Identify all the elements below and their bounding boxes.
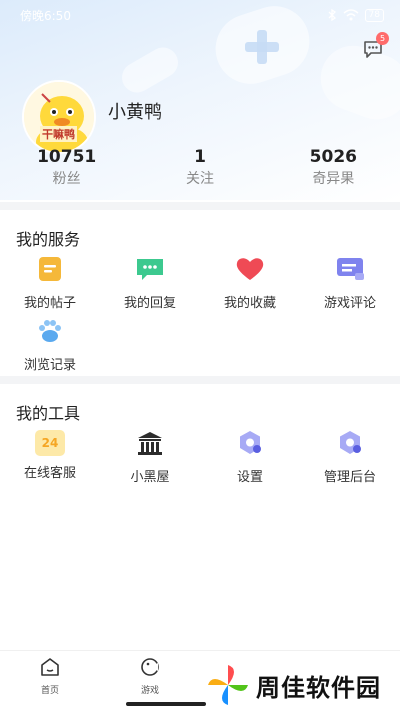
stat-label: 关注 (185, 171, 214, 187)
game-icon (141, 658, 159, 676)
grid-label: 我的收藏 (223, 296, 276, 311)
home-icon (41, 658, 59, 676)
watermark: 周佳软件园 (206, 662, 396, 708)
tools-title: 我的工具 (16, 404, 81, 423)
game-reviews-button[interactable]: 游戏评论 (300, 256, 400, 311)
my-favorites-button[interactable]: 我的收藏 (200, 256, 300, 311)
pinwheel-logo-icon (208, 665, 248, 705)
home-indicator (126, 702, 206, 706)
grid-label: 浏览记录 (23, 358, 76, 373)
reply-icon (137, 259, 163, 280)
services-title: 我的服务 (16, 230, 81, 249)
stat-value: 5026 (309, 147, 357, 167)
heart-icon (236, 258, 264, 280)
duck-avatar-icon (24, 82, 94, 152)
status-icons: 78 (327, 8, 384, 22)
stat-value: 1 (194, 147, 206, 167)
section-divider (0, 202, 400, 210)
decor-dpad-icon (245, 30, 279, 64)
messages-button[interactable]: 5 (362, 32, 389, 60)
avatar[interactable]: 干嘛鸭 (22, 80, 96, 154)
admin-console-button[interactable]: 管理后台 (300, 430, 400, 485)
tab-label: 首页 (40, 686, 59, 696)
avatar-caption: 干嘛鸭 (40, 126, 77, 142)
stat-label: 奇异果 (312, 171, 355, 187)
grid-label: 在线客服 (23, 466, 76, 481)
grid-label: 小黑屋 (130, 470, 170, 485)
paw-icon (39, 320, 61, 342)
stat-value: 10751 (37, 147, 97, 167)
grid-label: 设置 (236, 470, 263, 485)
service-24-icon: 24 (35, 430, 65, 456)
decor-shape (116, 42, 184, 98)
grid-label: 我的回复 (123, 296, 176, 311)
my-posts-button[interactable]: 我的帖子 (0, 256, 100, 311)
section-divider (0, 376, 400, 384)
grid-label: 管理后台 (323, 470, 376, 485)
jail-icon (138, 432, 162, 455)
status-bar: 傍晚6:50 78 (0, 0, 400, 30)
tab-games[interactable]: 游戏 (120, 657, 180, 696)
service-24-label: 24 (41, 436, 59, 450)
admin-icon (340, 431, 361, 454)
stat-label: 粉丝 (52, 171, 81, 187)
tab-home[interactable]: 首页 (20, 657, 80, 696)
profile-header: 傍晚6:50 78 5 干嘛鸭 小黄鸭 10751 粉丝 1 关注 5026 奇… (0, 0, 400, 200)
decor-gamepad-shape (311, 36, 400, 129)
post-icon (39, 257, 61, 281)
username[interactable]: 小黄鸭 (108, 98, 162, 124)
battery-indicator: 78 (364, 8, 384, 22)
grid-label: 我的帖子 (23, 296, 76, 311)
tab-label: 游戏 (140, 686, 159, 696)
comment-icon (337, 258, 364, 280)
browse-history-button[interactable]: 浏览记录 (0, 318, 100, 373)
online-service-button[interactable]: 24 在线客服 (0, 430, 100, 481)
wifi-icon (343, 9, 359, 21)
stat-kiwi-points[interactable]: 5026 奇异果 (267, 146, 400, 190)
settings-button[interactable]: 设置 (200, 430, 300, 485)
bluetooth-icon (328, 9, 336, 21)
profile-stats: 10751 粉丝 1 关注 5026 奇异果 (0, 146, 400, 190)
message-count-badge: 5 (376, 32, 389, 45)
stat-following[interactable]: 1 关注 (133, 146, 266, 190)
settings-icon (240, 431, 261, 454)
watermark-text: 周佳软件园 (256, 673, 381, 702)
my-replies-button[interactable]: 我的回复 (100, 256, 200, 311)
status-time: 傍晚6:50 (20, 8, 71, 23)
stat-followers[interactable]: 10751 粉丝 (0, 146, 133, 190)
blackroom-button[interactable]: 小黑屋 (100, 430, 200, 485)
grid-label: 游戏评论 (323, 296, 376, 311)
